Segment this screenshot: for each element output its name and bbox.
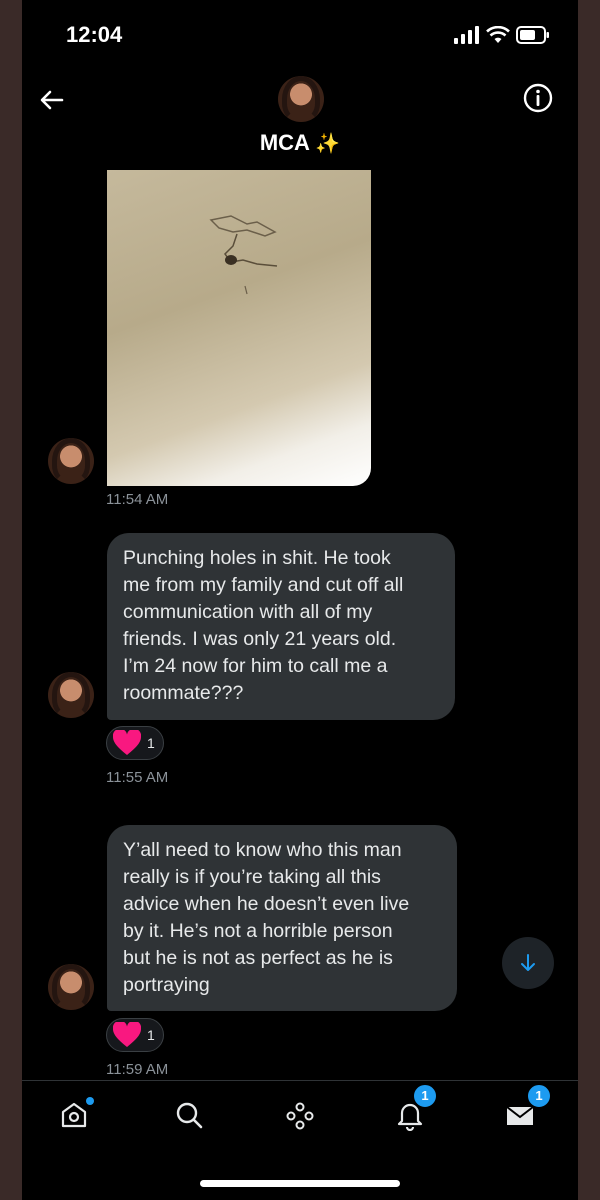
message-line: friends. I was only 21 years old. (123, 628, 397, 650)
message-line: I’m 24 now for him to call me a (123, 655, 388, 677)
tab-spaces[interactable] (280, 1095, 320, 1135)
message-bubble[interactable]: Punching holes in shit. He took me from … (107, 533, 455, 720)
heart-icon (113, 730, 141, 755)
message-timestamp: 11:55 AM (106, 769, 169, 786)
reaction-count: 1 (147, 735, 155, 751)
message-line: Punching holes in shit. He took (123, 547, 391, 569)
message-bubble[interactable]: Y’all need to know who this man really i… (107, 825, 457, 1011)
message-line: portraying (123, 974, 210, 996)
reaction-pill[interactable]: 1 (106, 726, 164, 760)
message-line: Y’all need to know who this man (123, 839, 402, 861)
contact-name: MCA (259, 130, 310, 155)
tab-notifications[interactable]: 1 (390, 1083, 438, 1135)
header-avatar[interactable] (278, 76, 324, 122)
conversation-title[interactable]: MCA ✨ (22, 130, 578, 156)
sparkles-emoji: ✨ (315, 133, 341, 155)
message-line: but he is not as perfect as he is (123, 947, 393, 969)
phone-screen: 12:04 MCA ✨ 11:54 AM Punching holes in s… (22, 0, 578, 1200)
status-icons (454, 24, 550, 46)
image-attachment[interactable] (107, 170, 371, 486)
message-line: by it. He’s not a horrible person (123, 920, 393, 942)
home-notification-dot (86, 1097, 94, 1105)
conversation-header: MCA ✨ (22, 70, 578, 170)
battery-icon (516, 26, 549, 44)
status-time: 12:04 (66, 22, 123, 47)
info-icon[interactable] (522, 82, 554, 114)
notifications-badge: 1 (412, 1083, 438, 1109)
wifi-icon (486, 26, 510, 43)
wall-hole-photo (209, 215, 278, 295)
back-arrow-icon[interactable] (36, 84, 68, 116)
tab-home[interactable] (54, 1095, 94, 1135)
message-line: advice when he doesn’t even live (123, 893, 410, 915)
spaces-icon (286, 1102, 314, 1130)
message-line: communication with all of my (123, 601, 373, 623)
message-timestamp: 11:59 AM (106, 1061, 169, 1078)
status-bar: 12:04 (22, 0, 578, 70)
home-icon (61, 1102, 87, 1128)
search-icon (176, 1102, 203, 1129)
heart-icon (113, 1022, 141, 1047)
tab-messages[interactable]: 1 (500, 1083, 552, 1135)
message-timestamp: 11:54 AM (106, 491, 169, 508)
sender-avatar[interactable] (48, 964, 94, 1010)
message-line: me from my family and cut off all (123, 574, 404, 596)
reaction-count: 1 (147, 1027, 155, 1043)
message-line: really is if you’re taking all this (123, 866, 381, 888)
scroll-to-bottom-button[interactable] (502, 937, 554, 989)
sender-avatar[interactable] (48, 438, 94, 484)
message-line: roommate??? (123, 682, 244, 704)
home-indicator (200, 1180, 400, 1187)
reaction-pill[interactable]: 1 (106, 1018, 164, 1052)
sender-avatar[interactable] (48, 672, 94, 718)
tab-search[interactable] (169, 1095, 209, 1135)
arrow-down-icon (521, 954, 535, 971)
messages-badge: 1 (526, 1083, 552, 1109)
signal-icon (454, 26, 479, 44)
